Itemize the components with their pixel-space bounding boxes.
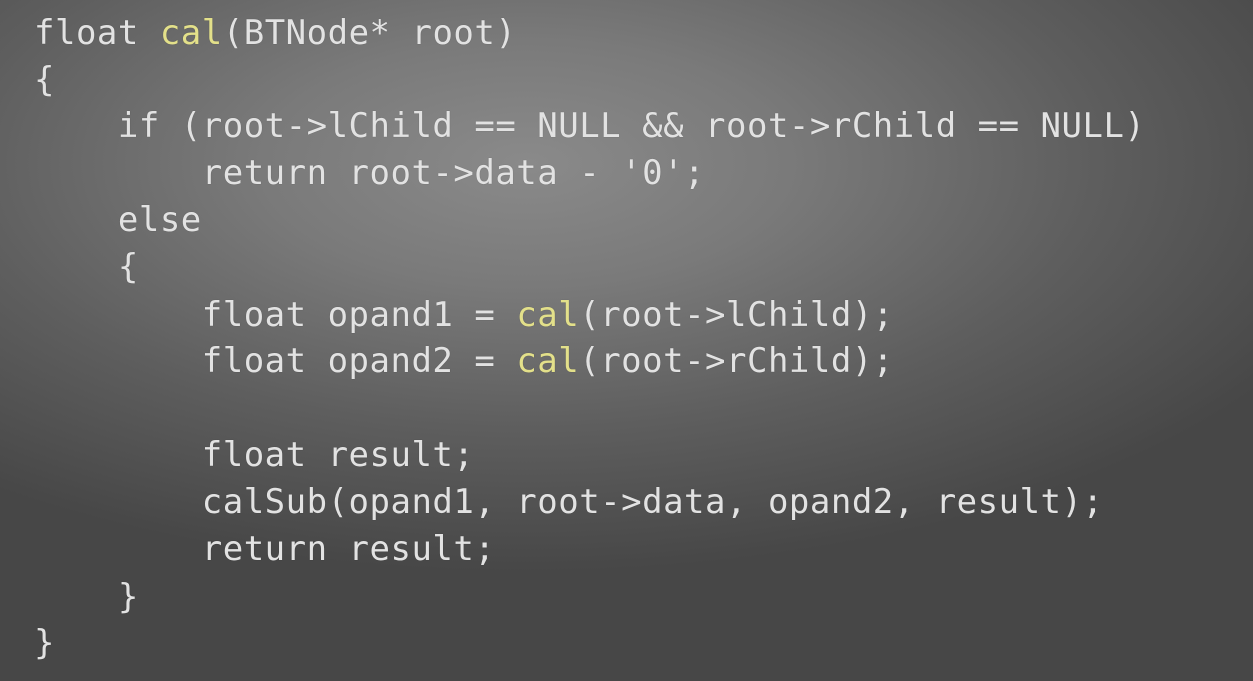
code-line-2: { [34, 60, 55, 100]
code-token: (root->rChild); [579, 341, 894, 381]
function-name-cal: cal [159, 13, 223, 53]
code-line-7: float opand1 = cal(root->lChild); [34, 292, 894, 338]
code-line-1: float cal(BTNode* root) [34, 10, 516, 56]
code-line-12: } [34, 577, 139, 617]
code-line-9: float result; [34, 435, 475, 475]
code-line-4: return root->data - '0'; [34, 153, 706, 193]
code-line-6: { [34, 247, 139, 287]
code-token: (root->lChild); [579, 295, 894, 335]
code-line-10: calSub(opand1, root->data, opand2, resul… [34, 482, 1104, 522]
code-slide: float cal(BTNode* root) { if (root->lChi… [0, 0, 1253, 681]
code-token: float opand1 = [34, 295, 517, 335]
code-line-5: else [34, 200, 202, 240]
code-line-8: float opand2 = cal(root->rChild); [34, 338, 894, 384]
code-token: float [34, 13, 160, 53]
code-token: float opand2 = [34, 341, 517, 381]
code-line-3: if (root->lChild == NULL && root->rChild… [34, 106, 1146, 146]
code-line-13: } [34, 623, 55, 663]
function-name-cal: cal [516, 341, 580, 381]
code-line-11: return result; [34, 529, 496, 569]
code-token: (BTNode* root) [222, 13, 517, 53]
function-name-cal: cal [516, 295, 580, 335]
